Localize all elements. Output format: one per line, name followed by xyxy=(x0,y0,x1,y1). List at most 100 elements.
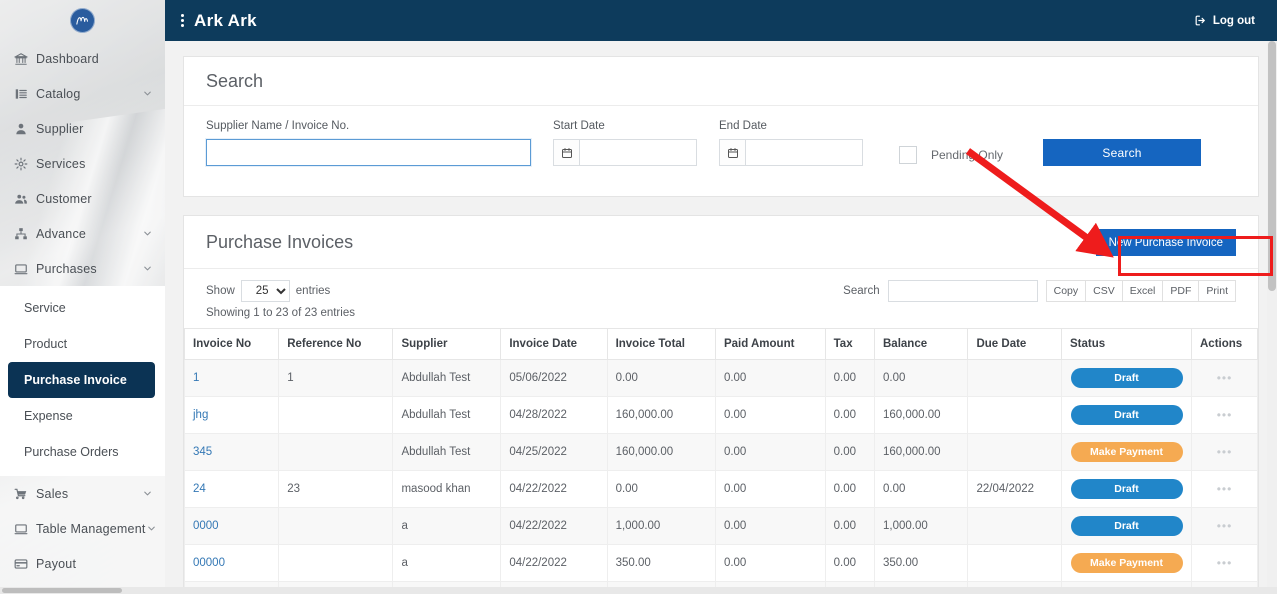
cell-status: Draft xyxy=(1061,359,1192,397)
status-badge[interactable]: Draft xyxy=(1070,516,1183,536)
export-button-csv[interactable]: CSV xyxy=(1085,280,1122,302)
chevron-down-icon[interactable] xyxy=(142,88,153,99)
new-purchase-invoice-button[interactable]: New Purchase Invoice xyxy=(1095,229,1236,256)
sidebar-item-supplier[interactable]: Supplier xyxy=(0,111,165,146)
sidebar-item-sales[interactable]: Sales xyxy=(0,476,165,511)
column-header-balance[interactable]: Balance xyxy=(873,328,969,360)
sidebar-item-catalog[interactable]: Catalog xyxy=(0,76,165,111)
column-header-paid-amount[interactable]: Paid Amount xyxy=(714,328,826,360)
export-button-excel[interactable]: Excel xyxy=(1121,280,1163,302)
export-button-copy[interactable]: Copy xyxy=(1045,280,1086,302)
end-date-input[interactable] xyxy=(745,139,863,166)
invoice-link[interactable]: 24 xyxy=(193,483,206,495)
export-buttons-group: Copy CSV Excel PDF Print xyxy=(1045,280,1236,302)
sidebar-item-payout[interactable]: Payout xyxy=(0,546,165,581)
table-row: 00000 a 04/22/2022 350.00 0.00 0.00 350.00 Make… xyxy=(183,544,1258,582)
sidebar-item-customer[interactable]: Customer xyxy=(0,181,165,216)
cell-due-date xyxy=(967,396,1062,434)
column-header-due-date[interactable]: Due Date xyxy=(967,328,1062,360)
status-badge[interactable]: Draft xyxy=(1070,405,1183,425)
cell-invoice-total: 350.00 xyxy=(606,544,716,582)
sidebar-item-table-management[interactable]: Table Management xyxy=(0,511,165,546)
supplier-invoice-input[interactable] xyxy=(206,139,531,166)
column-header-tax[interactable]: Tax xyxy=(824,328,876,360)
invoice-link[interactable]: 345 xyxy=(193,446,212,458)
sidebar-item-advance[interactable]: Advance xyxy=(0,216,165,251)
sidebar-item-label: Services xyxy=(36,156,86,171)
cell-supplier: Abdullah Test xyxy=(392,433,502,471)
status-badge[interactable]: Make Payment xyxy=(1070,442,1183,462)
submenu-item-purchase-invoice[interactable]: Purchase Invoice xyxy=(8,362,155,398)
invoice-link[interactable]: 1 xyxy=(193,372,199,384)
cell-invoice-no: 345 xyxy=(183,433,280,471)
cell-reference-no xyxy=(278,544,394,582)
cell-paid-amount: 0.00 xyxy=(714,433,826,471)
chevron-down-icon[interactable] xyxy=(142,263,153,274)
cell-invoice-total: 1,000.00 xyxy=(606,507,716,545)
cell-due-date xyxy=(967,359,1062,397)
cell-invoice-date: 04/25/2022 xyxy=(500,433,608,471)
invoice-link[interactable]: 0000 xyxy=(193,520,219,532)
cell-invoice-total: 160,000.00 xyxy=(606,396,716,434)
table-row: jhg Abdullah Test 04/28/2022 160,000.00 0.00… xyxy=(183,396,1258,434)
invoice-link[interactable]: 00000 xyxy=(193,557,225,569)
row-actions-menu-icon[interactable]: ••• xyxy=(1200,445,1249,459)
export-button-print[interactable]: Print xyxy=(1198,280,1236,302)
page-size-select[interactable]: 25 xyxy=(240,280,290,302)
page-horizontal-scrollbar[interactable] xyxy=(0,587,1277,594)
invoice-link[interactable]: jhg xyxy=(193,409,208,421)
app-logo-icon[interactable] xyxy=(70,8,95,33)
status-badge[interactable]: Draft xyxy=(1070,479,1183,499)
logo-container[interactable] xyxy=(0,0,165,41)
status-badge[interactable]: Make Payment xyxy=(1070,553,1183,573)
calendar-icon[interactable] xyxy=(553,139,579,166)
submenu-item-product[interactable]: Product xyxy=(0,326,165,362)
chevron-down-icon[interactable] xyxy=(142,228,153,239)
cell-invoice-date: 05/06/2022 xyxy=(500,359,608,397)
submenu-item-purchase-orders[interactable]: Purchase Orders xyxy=(0,434,165,470)
table-search-input[interactable] xyxy=(887,280,1038,302)
cell-status: Make Payment xyxy=(1061,544,1192,582)
logout-button[interactable]: Log out xyxy=(1194,14,1255,27)
status-badge[interactable]: Draft xyxy=(1070,368,1183,388)
chevron-down-icon[interactable] xyxy=(146,523,157,534)
column-header-status[interactable]: Status xyxy=(1061,328,1192,360)
chevron-down-icon[interactable] xyxy=(142,488,153,499)
sidebar-item-purchases[interactable]: Purchases xyxy=(0,251,165,286)
menu-toggle-icon[interactable] xyxy=(181,14,184,27)
invoices-card-header: Purchase Invoices New Purchase Invoice xyxy=(184,216,1258,269)
cell-actions: ••• xyxy=(1191,433,1258,471)
search-button[interactable]: Search xyxy=(1043,139,1202,166)
column-header-actions[interactable]: Actions xyxy=(1191,328,1258,360)
row-actions-menu-icon[interactable]: ••• xyxy=(1200,371,1249,385)
cell-balance: 160,000.00 xyxy=(873,396,969,434)
submenu-item-expense[interactable]: Expense xyxy=(0,398,165,434)
pending-only-checkbox[interactable] xyxy=(899,146,917,164)
row-actions-menu-icon[interactable]: ••• xyxy=(1200,556,1249,570)
sidebar-item-services[interactable]: Services xyxy=(0,146,165,181)
submenu-item-service[interactable]: Service xyxy=(0,290,165,326)
export-button-pdf[interactable]: PDF xyxy=(1162,280,1199,302)
column-header-reference-no[interactable]: Reference No xyxy=(278,328,394,360)
start-date-input[interactable] xyxy=(579,139,697,166)
table-row: 24 23 masood khan 04/22/2022 0.00 0.00 0.00 0.0… xyxy=(183,470,1258,508)
person-icon xyxy=(14,122,32,136)
calendar-icon[interactable] xyxy=(719,139,745,166)
table-row: 1 1 Abdullah Test 05/06/2022 0.00 0.00 0.00 0.0… xyxy=(183,359,1258,397)
submenu-item-label: Purchase Invoice xyxy=(24,373,127,387)
row-actions-menu-icon[interactable]: ••• xyxy=(1200,519,1249,533)
column-header-supplier[interactable]: Supplier xyxy=(392,328,502,360)
column-header-invoice-no[interactable]: Invoice No xyxy=(183,328,280,360)
cell-actions: ••• xyxy=(1191,470,1258,508)
cell-tax: 0.00 xyxy=(824,396,876,434)
submenu-item-label: Expense xyxy=(24,409,73,423)
sidebar-item-dashboard[interactable]: Dashboard xyxy=(0,41,165,76)
cell-reference-no xyxy=(278,433,394,471)
column-header-invoice-total[interactable]: Invoice Total xyxy=(606,328,716,360)
row-actions-menu-icon[interactable]: ••• xyxy=(1200,408,1249,422)
row-actions-menu-icon[interactable]: ••• xyxy=(1200,482,1249,496)
sidebar: Dashboard Catalog Supplier Services Customer… xyxy=(0,0,165,594)
page-vertical-scrollbar[interactable] xyxy=(1267,41,1277,594)
column-header-invoice-date[interactable]: Invoice Date xyxy=(500,328,608,360)
sidebar-item-label: Catalog xyxy=(36,86,81,101)
